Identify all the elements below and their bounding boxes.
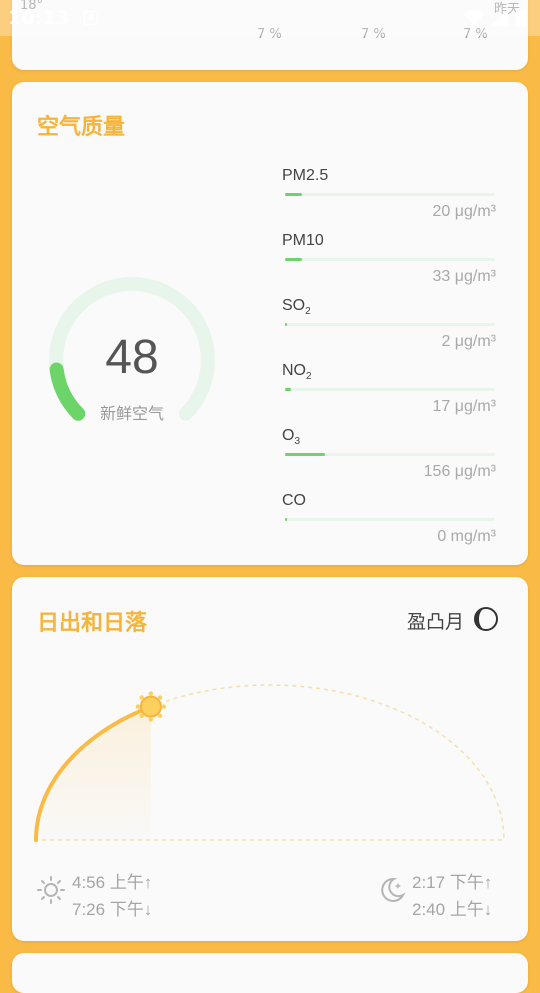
sun-ray [139,713,144,718]
pollutant-name: CO [282,492,306,509]
pollutant-name: O3 [282,427,301,448]
sun-icon [37,876,65,904]
next-card[interactable] [12,953,528,993]
sun-ray [148,717,154,722]
pollutant-bar-fill [285,453,325,456]
pollutant-value: 17 μg/m³ [432,398,496,415]
pollutant-value: 20 μg/m³ [432,203,496,220]
signal-icon [490,10,508,26]
sun-ray [157,713,163,718]
pollutant-bar-fill [285,258,302,261]
pollutant-bar-fill [285,388,292,391]
sun-path-remaining [150,684,505,841]
pollutant-bar-track [285,258,495,261]
moon-icon [381,877,406,902]
pollutant-bar-track [285,193,495,196]
sun-ray [157,695,163,700]
sun-ray [139,695,144,700]
pollutant-name: PM2.5 [282,167,329,184]
aqi-value: 48 [105,331,159,384]
status-icons [464,10,526,26]
pollutant-name: NO2 [282,362,312,383]
aqi-label: 新鲜空气 [99,404,164,423]
pollutant-bar-track [285,323,495,326]
pollutant-bar-fill [285,323,288,326]
pollutant-name: SO2 [282,297,311,318]
pollutant-value: 156 μg/m³ [423,463,496,480]
sun-ray [148,691,154,696]
notification-icon: A [84,11,98,25]
sunrise-sunset-card: 日出和日落 盈凸月 4:56 上午↑ 7:26 下午↓ 2:17 下午↑ 2:4… [12,577,528,941]
pollutant-bar-track [285,453,495,456]
pollutant-row: SO2 2 μg/m³ [282,297,496,357]
pollutant-row: PM2.5 20 μg/m³ [282,167,496,227]
status-time: 10:13 [8,7,70,29]
pollutant-row: PM10 33 μg/m³ [282,232,496,292]
pollutant-value: 33 μg/m³ [432,268,496,285]
sun-position-icon [135,691,167,722]
pollutant-row: NO2 17 μg/m³ [282,362,496,422]
pollutant-value: 2 μg/m³ [441,333,496,350]
sunrise-time: 4:56 上午↑ [72,873,153,892]
sunset-time: 7:26 下午↓ [72,900,153,919]
pollutant-row: CO 0 mg/m³ [282,492,496,552]
battery-icon [516,10,526,26]
air-quality-title: 空气质量 [37,115,126,140]
pollutant-bar-fill [285,193,302,196]
pollutant-bar-track [285,388,495,391]
pollutant-bar-track [285,518,495,521]
pollutant-value: 0 mg/m³ [437,528,496,545]
status-bar: 10:13 A [0,0,540,36]
pollutant-bar-fill [285,518,288,521]
sun-ray [135,704,141,709]
sun-ray [161,704,167,709]
air-quality-card: 空气质量 48 新鲜空气 PM2.5 20 μg/m³ PM10 33 μg/m³ SO… [12,82,528,565]
pollutant-row: O3 156 μg/m³ [282,427,496,487]
moonset-time: 2:40 上午↓ [412,900,493,919]
pollutant-name: PM10 [282,232,324,249]
sun-path-area [36,706,151,840]
moonrise-time: 2:17 下午↑ [412,873,493,892]
wifi-icon [464,10,484,26]
